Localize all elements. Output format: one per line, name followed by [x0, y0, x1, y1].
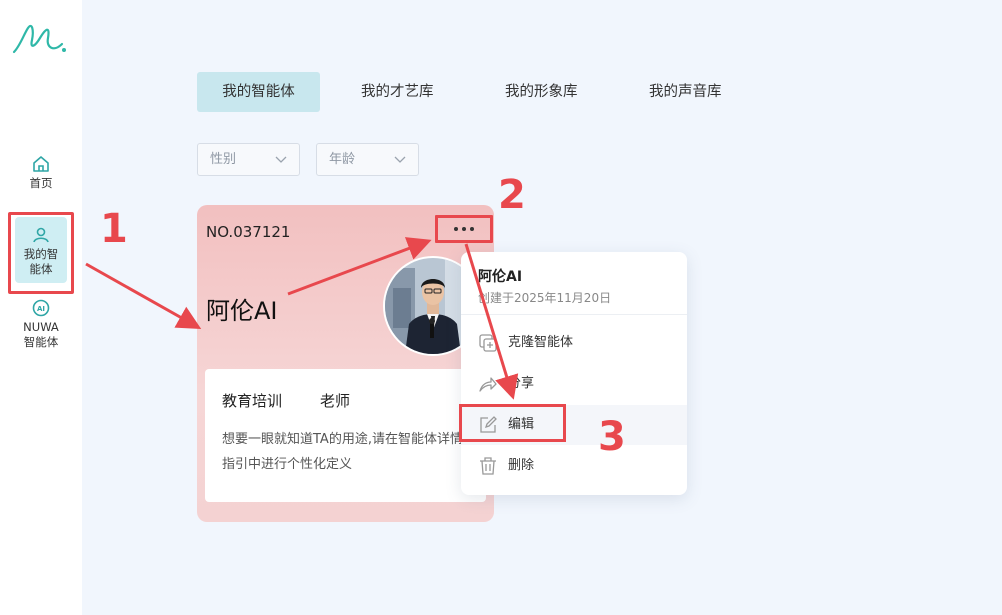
menu-item-share[interactable]: 分享: [461, 364, 687, 404]
home-icon: [33, 156, 49, 172]
menu-item-delete[interactable]: 删除: [461, 446, 687, 486]
tab-my-agents[interactable]: 我的智能体: [197, 72, 320, 112]
menu-item-label: 分享: [508, 376, 535, 391]
user-icon: [33, 227, 49, 243]
clone-icon: [479, 334, 497, 352]
chevron-down-icon: [394, 156, 406, 163]
industry-tag: 教育培训: [222, 392, 283, 410]
ai-icon: AI: [32, 299, 50, 317]
menu-item-clone[interactable]: 克隆智能体: [461, 323, 687, 363]
more-dot: [454, 227, 458, 231]
step-number-2: 2: [498, 172, 526, 218]
step-number-1: 1: [100, 206, 128, 252]
sidebar: 首页 我的智能体 AI NUWA 智能体: [0, 0, 82, 615]
filter-placeholder: 年龄: [329, 152, 356, 167]
edit-highlight-annotation: [459, 404, 566, 442]
logo-icon[interactable]: [12, 18, 70, 58]
menu-item-label: 删除: [508, 458, 535, 473]
sidebar-item-home[interactable]: 首页: [8, 154, 74, 191]
sidebar-item-label: 智能体: [23, 335, 59, 349]
divider: [461, 314, 687, 315]
sidebar-item-my-agents[interactable]: 我的智能体: [8, 212, 74, 294]
sidebar-item-nuwa[interactable]: AI NUWA 智能体: [8, 298, 74, 350]
share-icon: [479, 377, 497, 392]
gender-filter[interactable]: 性别: [197, 143, 300, 176]
agent-info-panel: 教育培训 老师 想要一眼就知道TA的用途,请在智能体详情指引中进行个性化定义: [205, 369, 486, 502]
svg-text:AI: AI: [37, 305, 45, 313]
trash-icon: [480, 457, 496, 475]
sidebar-item-label: 我的智能体: [23, 247, 59, 276]
menu-agent-name: 阿伦AI: [478, 269, 523, 285]
agent-name: 阿伦AI: [206, 297, 278, 325]
filter-placeholder: 性别: [210, 152, 237, 167]
sidebar-item-label: NUWA: [23, 320, 59, 334]
arrow-to-card: [85, 262, 202, 329]
more-options-button[interactable]: [435, 215, 493, 243]
age-filter[interactable]: 年龄: [316, 143, 419, 176]
more-dot: [462, 227, 466, 231]
menu-item-label: 克隆智能体: [508, 335, 574, 350]
sidebar-item-label: 首页: [29, 176, 53, 190]
step-number-3: 3: [598, 414, 626, 460]
agent-description: 想要一眼就知道TA的用途,请在智能体详情指引中进行个性化定义: [222, 432, 463, 472]
more-dot: [470, 227, 474, 231]
agent-card[interactable]: NO.037121 阿伦AI 教育培训 老师 想要一眼就知道TA的用途,请在智能…: [197, 205, 494, 522]
chevron-down-icon: [275, 156, 287, 163]
tab-talent-library[interactable]: 我的才艺库: [361, 72, 434, 112]
tab-voice-library[interactable]: 我的声音库: [649, 72, 722, 112]
menu-created-date: 创建于2025年11月20日: [478, 291, 612, 305]
tab-image-library[interactable]: 我的形象库: [505, 72, 578, 112]
role-tag: 老师: [320, 392, 351, 410]
agent-context-menu: 阿伦AI 创建于2025年11月20日 克隆智能体 分享 编辑 删除: [461, 252, 687, 495]
agent-number: NO.037121: [206, 223, 291, 241]
